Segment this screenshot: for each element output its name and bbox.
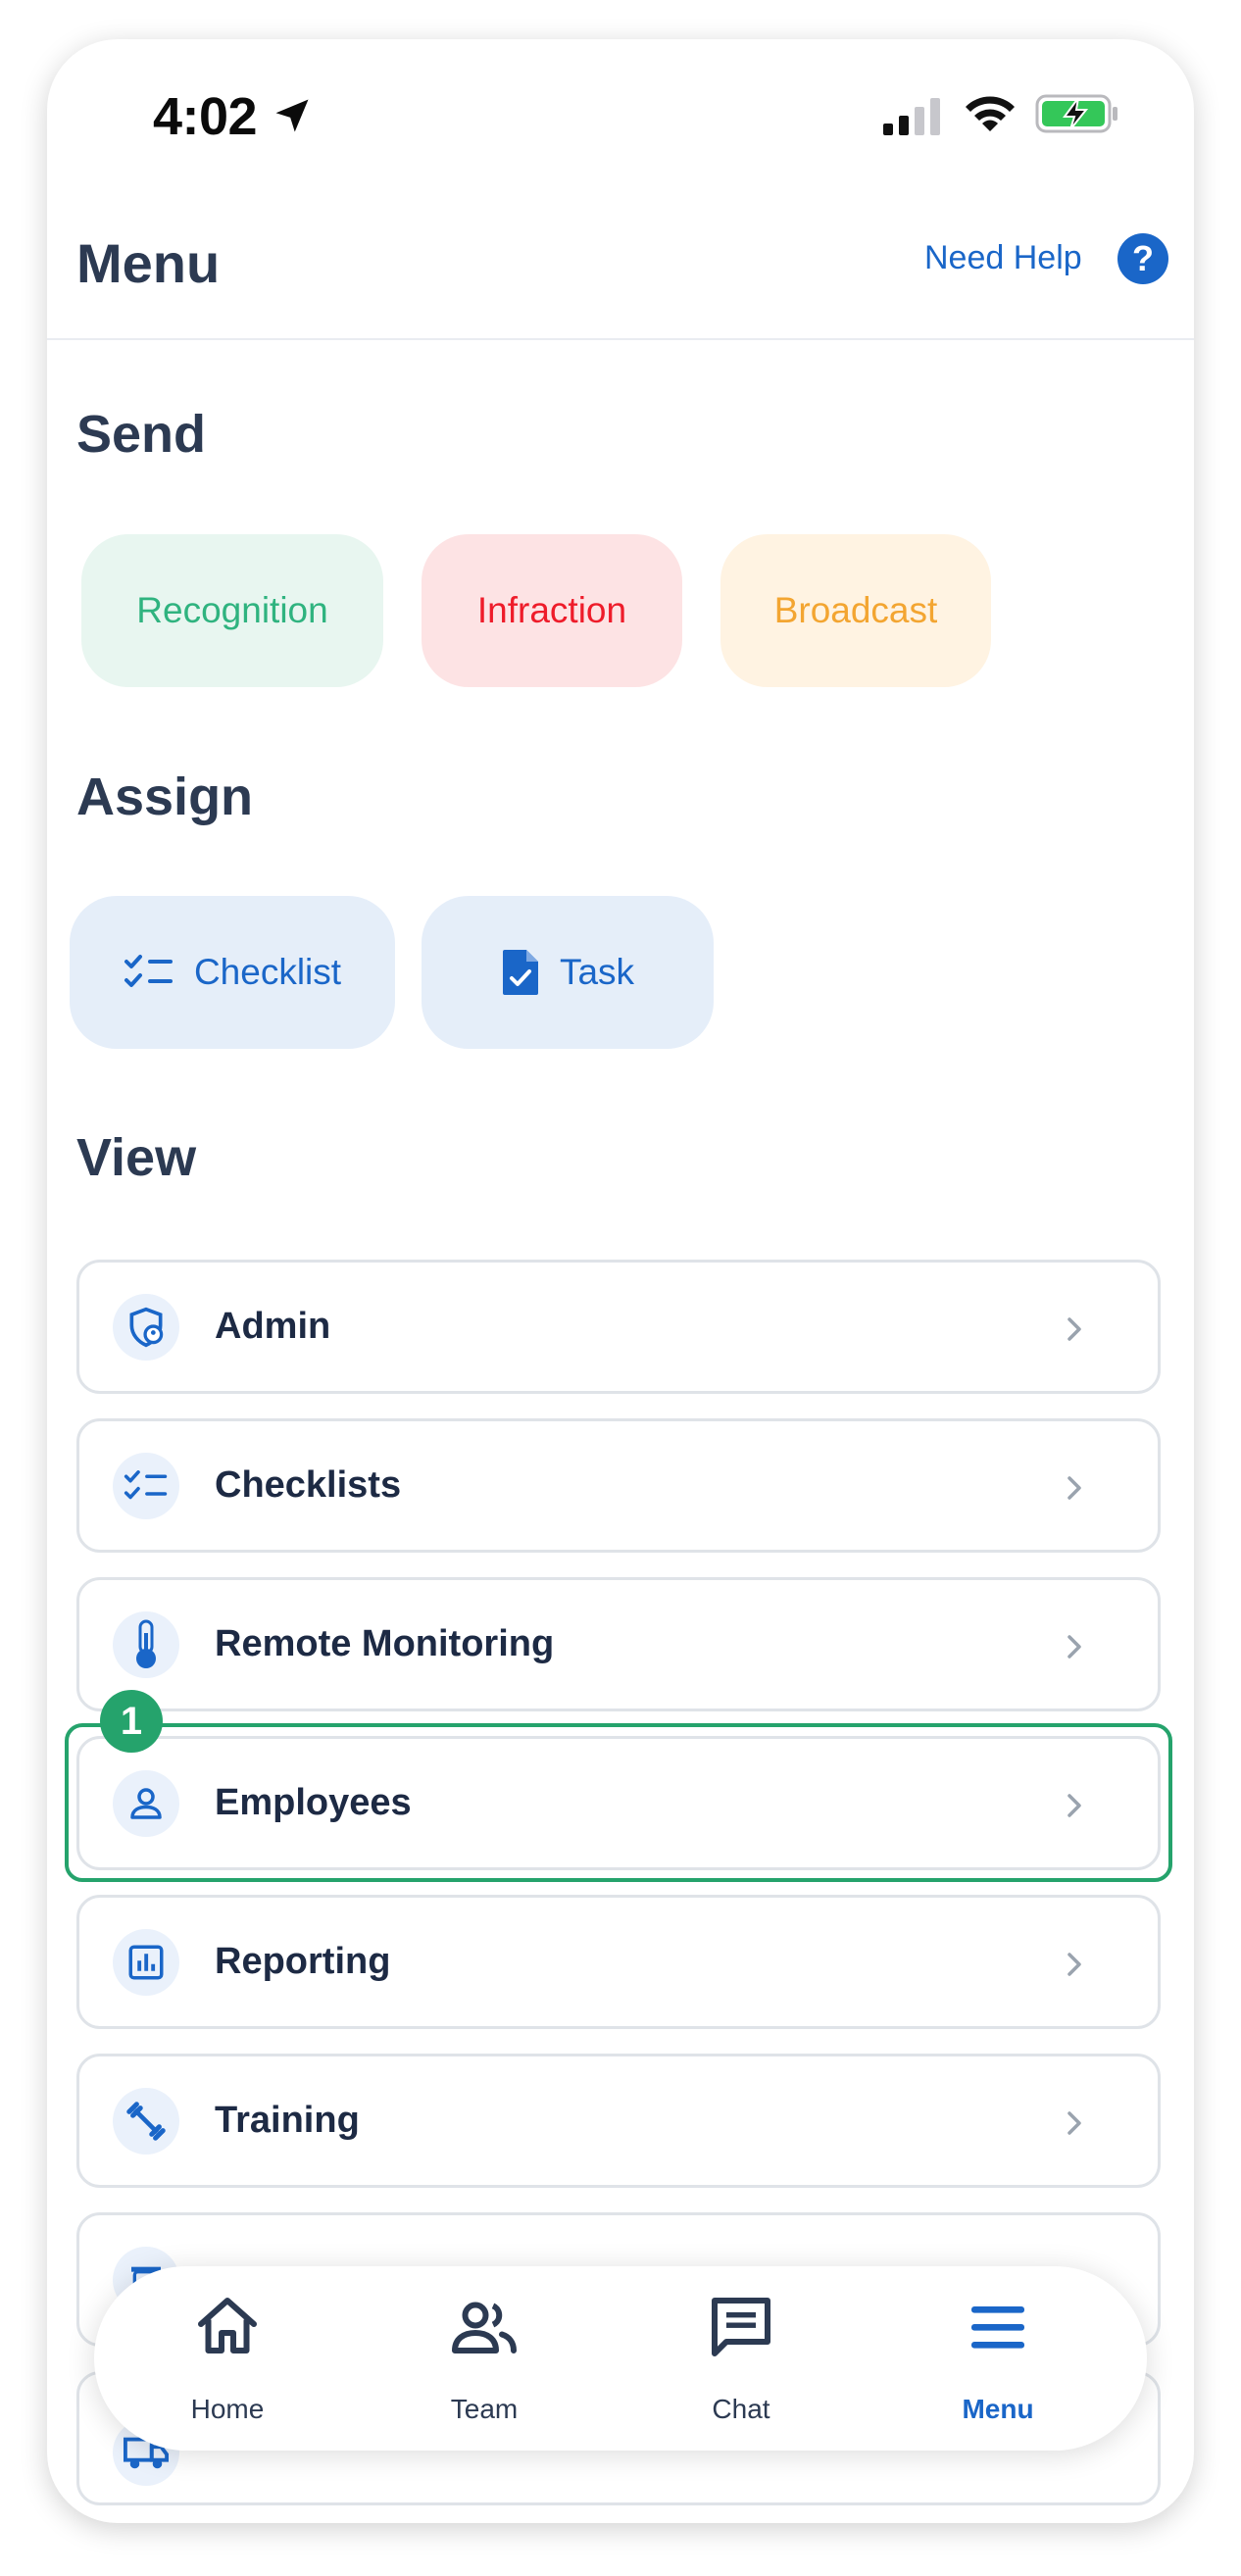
battery-charging-icon: [1035, 94, 1117, 133]
section-title-assign: Assign: [76, 768, 254, 826]
broadcast-label: Broadcast: [773, 590, 938, 630]
assign-task-button[interactable]: Task: [422, 896, 714, 1049]
checklist-icon: [124, 955, 173, 987]
checklist-icon: [113, 1453, 179, 1519]
tab-label: Team: [450, 2394, 519, 2424]
tab-label: Chat: [712, 2394, 770, 2424]
recognition-label: Recognition: [136, 590, 328, 630]
status-time: 4:02: [153, 87, 258, 146]
infraction-label: Infraction: [476, 590, 627, 630]
broadcast-button[interactable]: Broadcast: [720, 534, 991, 687]
chevron-right-icon: [1067, 2111, 1081, 2135]
bar-chart-icon: [113, 1929, 179, 1996]
checklist-label: Checklist: [193, 952, 342, 992]
phone-screen: 4:02 Menu Need Help ? Send Recognition I…: [47, 39, 1194, 2523]
view-item-label: Admin: [215, 1306, 331, 1347]
tab-label: Menu: [962, 2394, 1034, 2424]
tab-menu[interactable]: Menu: [900, 2266, 1096, 2451]
team-icon: [452, 2302, 517, 2353]
home-icon: [198, 2298, 257, 2353]
admin-shield-icon: [113, 1294, 179, 1361]
tab-home[interactable]: Home: [129, 2266, 325, 2451]
tab-chat[interactable]: Chat: [643, 2266, 839, 2451]
view-item-label: Remote Monitoring: [215, 1623, 555, 1664]
chat-icon: [712, 2298, 770, 2356]
task-label: Task: [559, 952, 635, 992]
assign-checklist-button[interactable]: Checklist: [70, 896, 395, 1049]
view-item-admin[interactable]: Admin: [76, 1260, 1161, 1394]
view-item-checklists[interactable]: Checklists: [76, 1418, 1161, 1553]
page-title: Menu: [76, 232, 221, 294]
chevron-right-icon: [1067, 1953, 1081, 1976]
tab-label: Home: [190, 2394, 265, 2424]
section-title-send: Send: [76, 405, 207, 464]
view-item-label: Reporting: [215, 1941, 391, 1982]
task-icon: [502, 950, 538, 995]
thermometer-icon: [113, 1611, 179, 1678]
step-badge: 1: [100, 1690, 163, 1753]
view-item-remote-monitoring[interactable]: Remote Monitoring: [76, 1577, 1161, 1711]
view-item-label: Training: [215, 2100, 360, 2141]
dumbbell-icon: [113, 2088, 179, 2155]
view-item-reporting[interactable]: Reporting: [76, 1895, 1161, 2029]
wifi-icon: [966, 96, 1015, 131]
chevron-right-icon: [1067, 1635, 1081, 1659]
menu-icon: [971, 2306, 1024, 2349]
header-divider: [47, 338, 1194, 340]
chevron-right-icon: [1067, 1476, 1081, 1500]
view-item-training[interactable]: Training: [76, 2054, 1161, 2188]
location-arrow-icon: [275, 99, 309, 132]
chevron-right-icon: [1067, 1317, 1081, 1341]
tab-team[interactable]: Team: [386, 2266, 582, 2451]
infraction-button[interactable]: Infraction: [422, 534, 682, 687]
cellular-signal-icon: [883, 98, 940, 135]
view-item-label: Checklists: [215, 1464, 402, 1506]
step-highlight: [65, 1723, 1172, 1882]
help-question-icon[interactable]: ?: [1117, 233, 1168, 284]
need-help-link[interactable]: Need Help: [924, 239, 1082, 277]
recognition-button[interactable]: Recognition: [81, 534, 383, 687]
bottom-tab-bar: Home Team Chat Menu: [94, 2266, 1147, 2451]
section-title-view: View: [76, 1128, 197, 1187]
